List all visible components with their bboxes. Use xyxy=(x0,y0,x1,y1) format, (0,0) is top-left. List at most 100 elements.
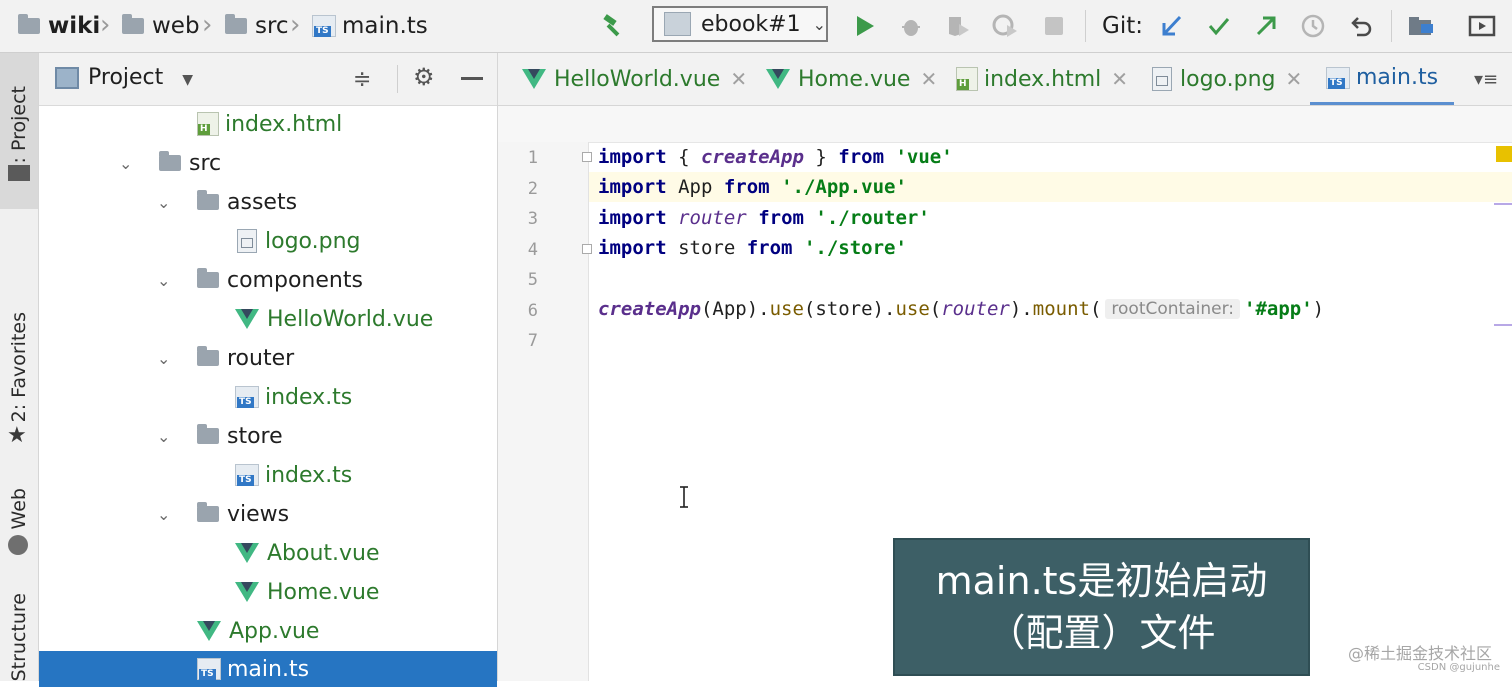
caption-line-2: （配置）文件 xyxy=(987,611,1216,655)
breadcrumb-web[interactable]: web xyxy=(122,10,200,42)
history-icon[interactable] xyxy=(1299,12,1327,40)
tree-item[interactable]: ⌄ router xyxy=(39,340,497,376)
folder-icon xyxy=(159,151,181,171)
git-push-icon[interactable] xyxy=(1252,12,1280,40)
fold-marker-icon[interactable] xyxy=(582,244,592,254)
tree-item[interactable]: HelloWorld.vue xyxy=(39,301,497,337)
tab-logo-png[interactable]: logo.png ✕ xyxy=(1152,53,1302,105)
breadcrumb-wiki[interactable]: wiki xyxy=(18,10,100,42)
tab-main-ts[interactable]: main.ts xyxy=(1310,53,1455,105)
tree-item[interactable]: ⌄ components xyxy=(39,262,497,298)
fold-marker-icon[interactable] xyxy=(582,152,592,162)
chevron-down-icon[interactable]: ⌄ xyxy=(119,154,132,173)
tree-item[interactable]: ⌄ src xyxy=(39,145,497,181)
play-icon[interactable] xyxy=(851,12,879,40)
stop-icon[interactable] xyxy=(1040,12,1068,40)
breadcrumb-main-ts[interactable]: main.ts xyxy=(312,10,428,42)
vue-file-icon xyxy=(235,309,259,329)
tree-item[interactable]: Home.vue xyxy=(39,574,497,610)
code-line-1[interactable]: import { createApp } from 'vue' xyxy=(598,142,953,172)
tree-item[interactable]: index.ts xyxy=(39,379,497,415)
change-marker[interactable] xyxy=(1494,203,1512,205)
globe-icon xyxy=(8,535,28,555)
editor-tabs: HelloWorld.vue ✕ Home.vue ✕ index.html ✕… xyxy=(498,53,1512,106)
chevron-down-icon[interactable]: ⌄ xyxy=(157,505,170,524)
line-number-gutter: 1 2 3 4 5 6 7 xyxy=(498,142,592,681)
chevron-down-icon: ▼ xyxy=(182,72,194,88)
tool-tab-structure[interactable]: Structure xyxy=(0,593,38,681)
close-icon[interactable]: ✕ xyxy=(1285,67,1302,91)
tool-tab-web[interactable]: Web xyxy=(0,481,38,537)
bug-icon[interactable] xyxy=(897,12,925,40)
tab-index-html[interactable]: index.html ✕ xyxy=(956,53,1128,105)
image-file-icon xyxy=(237,229,257,253)
git-update-icon[interactable] xyxy=(1158,12,1186,40)
code-line-2[interactable]: import App from './App.vue' xyxy=(598,172,907,202)
git-commit-icon[interactable] xyxy=(1205,12,1233,40)
watermark-sub: CSDN @gujunhe xyxy=(1417,662,1500,673)
folder-icon xyxy=(197,424,219,444)
line-number: 3 xyxy=(527,209,538,229)
chevron-down-icon[interactable]: ⌄ xyxy=(157,427,170,446)
hammer-icon[interactable] xyxy=(600,12,628,40)
toolbar-divider xyxy=(1391,10,1392,42)
warning-marker[interactable] xyxy=(1496,146,1512,162)
run-configuration-dropdown[interactable]: ebook#1 ⌄ xyxy=(652,6,828,42)
tab-overflow-icon[interactable]: ▾≡ xyxy=(1474,69,1498,90)
folder-icon xyxy=(18,14,40,34)
tree-item[interactable]: logo.png xyxy=(39,223,497,259)
close-icon[interactable]: ✕ xyxy=(1111,67,1128,91)
rollback-icon[interactable] xyxy=(1347,12,1375,40)
tree-item[interactable]: ⌄ store xyxy=(39,418,497,454)
chevron-down-icon: ⌄ xyxy=(812,14,826,34)
typescript-file-icon xyxy=(197,658,221,680)
chevron-down-icon[interactable]: ⌄ xyxy=(157,193,170,212)
chevron-right-icon: › xyxy=(290,10,301,40)
tool-tab-project[interactable]: 1: Project xyxy=(0,53,38,209)
tree-item-selected[interactable]: main.ts xyxy=(39,651,497,687)
caption-line-1: main.ts是初始启动 xyxy=(935,559,1268,603)
tab-home-vue[interactable]: Home.vue ✕ xyxy=(766,53,937,105)
close-icon[interactable]: ✕ xyxy=(730,67,747,91)
typescript-file-icon xyxy=(312,15,336,37)
code-line-4[interactable]: import store from './store' xyxy=(598,233,907,263)
tree-item[interactable]: index.ts xyxy=(39,457,497,493)
line-number: 2 xyxy=(527,179,538,199)
project-structure-icon[interactable] xyxy=(1407,12,1435,40)
project-view-selector[interactable]: Project ▼ xyxy=(88,65,193,90)
folder-icon xyxy=(197,268,219,288)
tree-item[interactable]: index.html xyxy=(39,106,497,142)
close-icon[interactable]: ✕ xyxy=(920,67,937,91)
presentation-icon[interactable] xyxy=(1468,12,1496,40)
code-line-3[interactable]: import router from './router' xyxy=(598,203,930,233)
tree-item[interactable]: About.vue xyxy=(39,535,497,571)
collapse-all-icon[interactable]: ≑ xyxy=(353,67,371,92)
coverage-icon[interactable] xyxy=(944,12,972,40)
typescript-file-icon xyxy=(235,464,259,486)
breadcrumb-src[interactable]: src xyxy=(225,10,289,42)
navigation-toolbar: wiki › web › src › main.ts ebook#1 ⌄ Git… xyxy=(0,0,1512,53)
line-number: 6 xyxy=(527,301,538,321)
tree-item[interactable]: App.vue xyxy=(39,613,497,649)
chevron-right-icon: › xyxy=(100,10,111,40)
tree-item[interactable]: ⌄ assets xyxy=(39,184,497,220)
tool-tab-favorites[interactable]: 2: Favorites xyxy=(0,311,38,423)
vue-file-icon xyxy=(766,69,790,89)
folder-icon xyxy=(8,165,30,181)
code-line-6[interactable]: createApp (App). use (store). use(router). mo… xyxy=(598,294,1324,324)
toolbar-divider xyxy=(1085,10,1086,42)
profile-icon[interactable] xyxy=(991,12,1019,40)
caption-overlay: main.ts是初始启动 （配置）文件 xyxy=(893,538,1310,676)
line-number: 5 xyxy=(527,270,538,290)
tab-helloworld-vue[interactable]: HelloWorld.vue ✕ xyxy=(522,53,747,105)
chevron-down-icon[interactable]: ⌄ xyxy=(157,349,170,368)
folder-icon xyxy=(197,346,219,366)
gear-icon[interactable]: ⚙ xyxy=(413,63,435,91)
star-icon: ★ xyxy=(7,423,27,448)
api-config-icon xyxy=(664,12,691,36)
tree-item[interactable]: ⌄ views xyxy=(39,496,497,532)
vue-file-icon xyxy=(235,543,259,563)
chevron-down-icon[interactable]: ⌄ xyxy=(157,271,170,290)
hide-panel-icon[interactable] xyxy=(461,77,483,80)
change-marker[interactable] xyxy=(1494,324,1512,326)
